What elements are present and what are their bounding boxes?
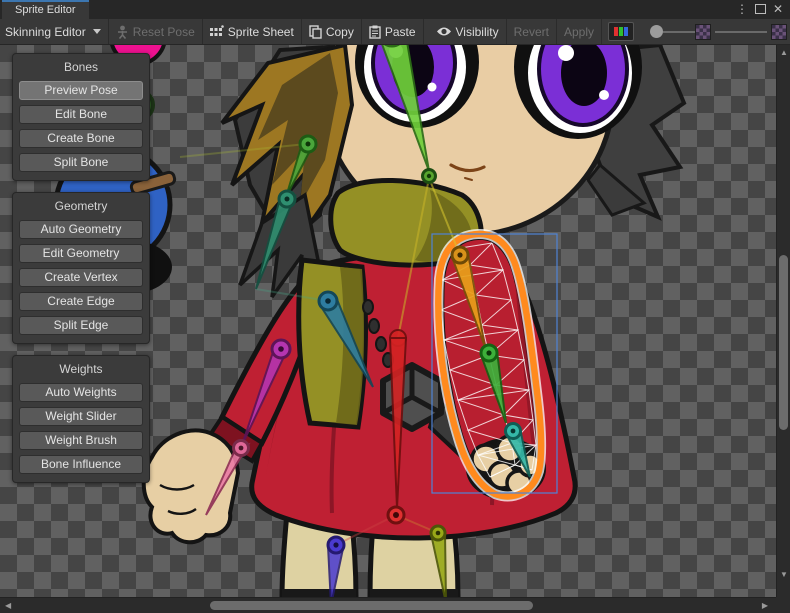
auto-weights-button[interactable]: Auto Weights	[19, 383, 143, 402]
split-bone-button[interactable]: Split Bone	[19, 153, 143, 172]
panel-weights-title: Weights	[13, 356, 149, 383]
weight-brush-button[interactable]: Weight Brush	[19, 431, 143, 450]
copy-icon	[309, 25, 322, 39]
checker-sprite-icon	[695, 24, 711, 40]
copy-label: Copy	[326, 25, 354, 39]
sprite-opacity-track[interactable]	[715, 31, 767, 33]
sprite-sheet-icon	[210, 25, 224, 38]
apply-label: Apply	[564, 25, 594, 39]
visibility-button[interactable]: Visibility	[429, 19, 506, 45]
paste-label: Paste	[385, 25, 416, 39]
panel-bones: Bones Preview Pose Edit Bone Create Bone…	[12, 53, 150, 181]
sprite-sheet-button[interactable]: Sprite Sheet	[203, 19, 301, 45]
create-edge-button[interactable]: Create Edge	[19, 292, 143, 311]
skinning-editor-label: Skinning Editor	[5, 25, 86, 39]
vertical-scrollbar[interactable]: ▲ ▼	[776, 45, 790, 597]
skinning-editor-dropdown[interactable]: Skinning Editor	[0, 19, 108, 45]
auto-geometry-button[interactable]: Auto Geometry	[19, 220, 143, 239]
scroll-left-icon[interactable]: ◀	[5, 602, 11, 610]
split-edge-button[interactable]: Split Edge	[19, 316, 143, 335]
paste-button[interactable]: Paste	[362, 19, 423, 45]
scroll-right-icon[interactable]: ▶	[762, 602, 768, 610]
opacity-sliders	[650, 24, 790, 40]
bone-influence-button[interactable]: Bone Influence	[19, 455, 143, 474]
revert-button[interactable]: Revert	[507, 19, 556, 45]
visibility-label: Visibility	[456, 25, 499, 39]
panel-geometry: Geometry Auto Geometry Edit Geometry Cre…	[12, 192, 150, 344]
horizontal-scrollbar[interactable]: ◀ ▶	[0, 597, 776, 613]
bone-opacity-knob[interactable]	[650, 25, 663, 38]
weight-slider-button[interactable]: Weight Slider	[19, 407, 143, 426]
bone-opacity-track[interactable]	[663, 31, 695, 33]
create-vertex-button[interactable]: Create Vertex	[19, 268, 143, 287]
horizontal-scroll-thumb[interactable]	[210, 601, 533, 610]
chevron-down-icon	[93, 29, 101, 34]
panel-weights: Weights Auto Weights Weight Slider Weigh…	[12, 355, 150, 483]
tab-sprite-editor[interactable]: Sprite Editor	[2, 0, 89, 19]
tab-bar: Sprite Editor ⋮ ✕	[0, 0, 790, 19]
reset-pose-button[interactable]: Reset Pose	[109, 19, 202, 45]
edit-bone-button[interactable]: Edit Bone	[19, 105, 143, 124]
toolbar-separator	[423, 19, 424, 44]
paste-icon	[369, 25, 381, 39]
window-maximize-icon[interactable]	[752, 0, 768, 19]
copy-button[interactable]: Copy	[302, 19, 361, 45]
revert-label: Revert	[514, 25, 549, 39]
edit-geometry-button[interactable]: Edit Geometry	[19, 244, 143, 263]
eye-icon	[436, 26, 452, 37]
create-bone-button[interactable]: Create Bone	[19, 129, 143, 148]
toolbar: Skinning Editor Reset Pose Sprite Sheet	[0, 19, 790, 45]
scroll-up-icon[interactable]: ▲	[780, 49, 788, 57]
window-menu-icon[interactable]: ⋮	[734, 0, 750, 19]
rgb-channel-button[interactable]	[602, 19, 640, 45]
panel-bones-title: Bones	[13, 54, 149, 81]
scroll-down-icon[interactable]: ▼	[780, 571, 788, 579]
window-close-icon[interactable]: ✕	[770, 0, 786, 19]
preview-pose-button[interactable]: Preview Pose	[19, 81, 143, 100]
sprite-editor-window: Sprite Editor ⋮ ✕ Skinning Editor Reset …	[0, 0, 790, 613]
vertical-scroll-thumb[interactable]	[779, 255, 788, 430]
apply-button[interactable]: Apply	[557, 19, 601, 45]
color-swatch-icon	[608, 22, 634, 41]
pose-icon	[116, 25, 129, 39]
panel-geometry-title: Geometry	[13, 193, 149, 220]
checker-sprite-icon	[771, 24, 787, 40]
scrollbar-corner	[776, 597, 790, 613]
sprite-sheet-label: Sprite Sheet	[228, 25, 294, 39]
reset-pose-label: Reset Pose	[133, 25, 195, 39]
